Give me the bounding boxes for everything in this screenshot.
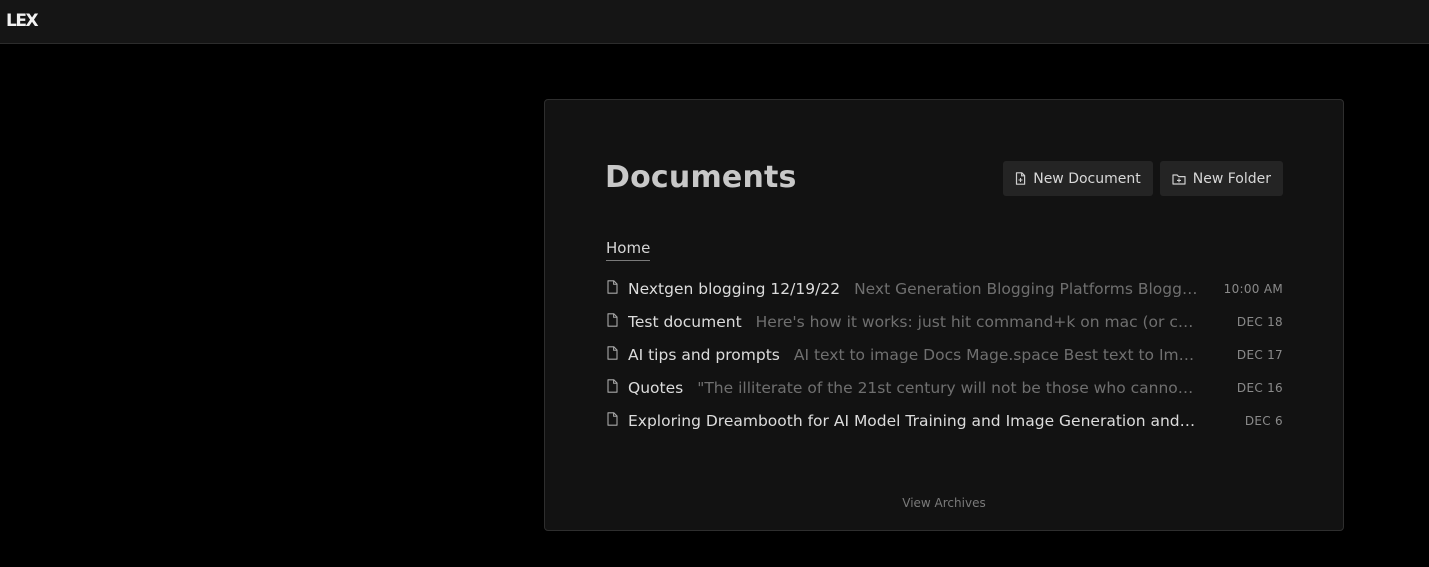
document-date: DEC 18 <box>1236 314 1283 329</box>
list-item[interactable]: Nextgen blogging 12/19/22 Next Generatio… <box>605 272 1283 305</box>
document-preview: Here's how it works: just hit command+k … <box>755 312 1199 331</box>
view-archives-link[interactable]: View Archives <box>545 496 1343 510</box>
document-name: AI tips and prompts <box>628 345 780 364</box>
new-folder-label: New Folder <box>1192 170 1271 187</box>
document-name: Exploring Dreambooth for AI Model Traini… <box>628 411 1199 430</box>
document-date: DEC 17 <box>1236 347 1283 362</box>
document-preview: AI text to image Docs Mage.space Best te… <box>793 345 1199 364</box>
new-document-button[interactable]: New Document <box>1003 161 1153 196</box>
document-name: Test document <box>628 312 742 331</box>
document-date: DEC 6 <box>1244 413 1283 428</box>
file-plus-icon <box>1015 172 1026 185</box>
document-preview: "The illiterate of the 21st century will… <box>697 378 1199 397</box>
document-date: 10:00 AM <box>1223 281 1283 296</box>
list-item[interactable]: AI tips and prompts AI text to image Doc… <box>605 338 1283 371</box>
document-name: Quotes <box>628 378 684 397</box>
file-icon <box>607 345 621 364</box>
lex-logo[interactable]: LEX <box>6 11 39 31</box>
document-list: Nextgen blogging 12/19/22 Next Generatio… <box>605 272 1283 437</box>
page-title: Documents <box>605 160 797 195</box>
new-document-label: New Document <box>1033 170 1141 187</box>
document-name: Nextgen blogging 12/19/22 <box>628 279 841 298</box>
documents-panel: Documents New Document New Folder Home N… <box>544 99 1344 531</box>
list-item[interactable]: Test document Here's how it works: just … <box>605 305 1283 338</box>
breadcrumb-home[interactable]: Home <box>606 239 651 261</box>
list-item[interactable]: Exploring Dreambooth for AI Model Traini… <box>605 404 1283 437</box>
top-bar: LEX <box>0 0 1429 44</box>
document-date: DEC 16 <box>1236 380 1283 395</box>
new-folder-button[interactable]: New Folder <box>1159 161 1283 196</box>
document-preview: Next Generation Blogging Platforms Blogg… <box>854 279 1199 298</box>
file-icon <box>607 411 621 430</box>
file-icon <box>607 312 621 331</box>
file-icon <box>607 279 621 298</box>
toolbar: New Document New Folder <box>1003 161 1283 196</box>
folder-plus-icon <box>1172 173 1186 185</box>
file-icon <box>607 378 621 397</box>
list-item[interactable]: Quotes "The illiterate of the 21st centu… <box>605 371 1283 404</box>
